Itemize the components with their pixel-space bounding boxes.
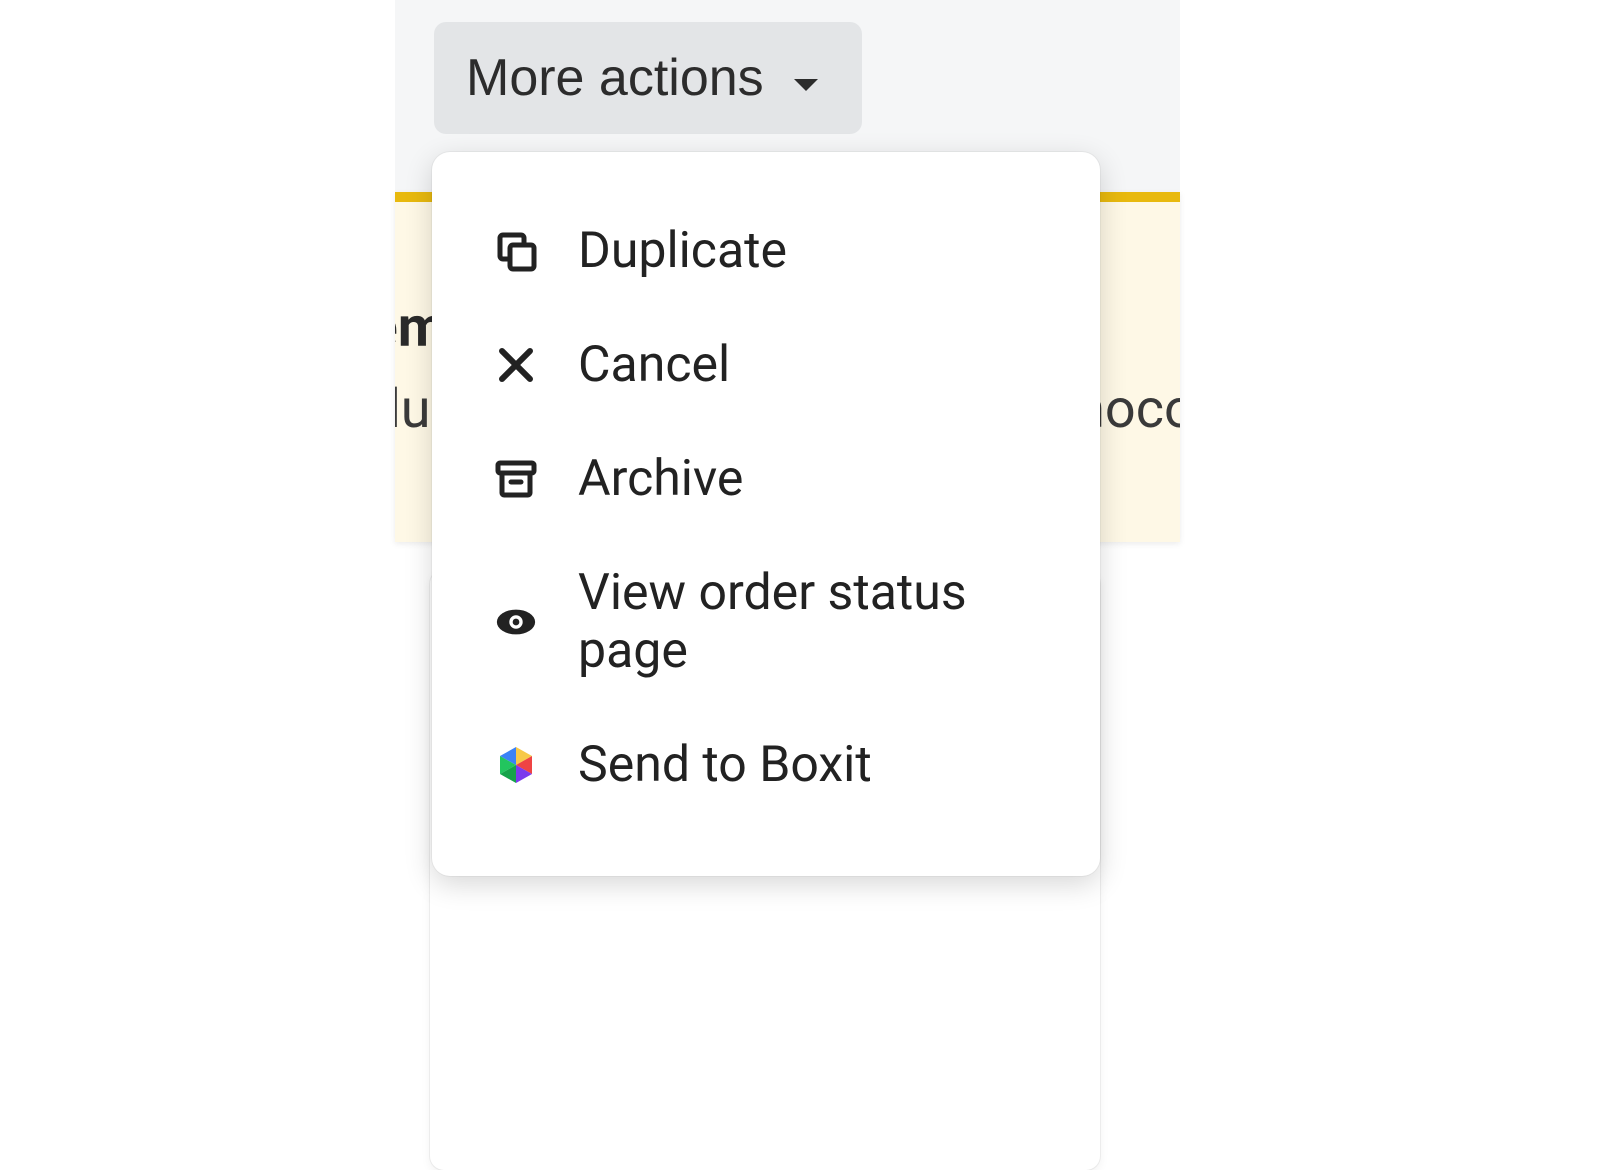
duplicate-icon (494, 229, 538, 273)
close-icon (494, 343, 538, 387)
menu-item-label: Send to Boxit (578, 736, 872, 794)
menu-item-send-to-boxit[interactable]: Send to Boxit (432, 708, 1100, 822)
more-actions-label: More actions (466, 48, 764, 108)
menu-item-label: View order status page (578, 564, 1046, 680)
menu-item-view-order-status[interactable]: View order status page (432, 536, 1100, 708)
caret-down-icon (792, 48, 820, 108)
more-actions-button[interactable]: More actions (434, 22, 862, 134)
menu-item-duplicate[interactable]: Duplicate (432, 194, 1100, 308)
menu-item-label: Archive (578, 450, 743, 508)
menu-item-cancel[interactable]: Cancel (432, 308, 1100, 422)
menu-item-label: Duplicate (578, 222, 787, 280)
menu-item-archive[interactable]: Archive (432, 422, 1100, 536)
more-actions-dropdown: Duplicate Cancel Archive (432, 152, 1100, 876)
archive-icon (494, 457, 538, 501)
boxit-icon (494, 743, 538, 787)
eye-icon (494, 600, 538, 644)
menu-item-label: Cancel (578, 336, 730, 394)
